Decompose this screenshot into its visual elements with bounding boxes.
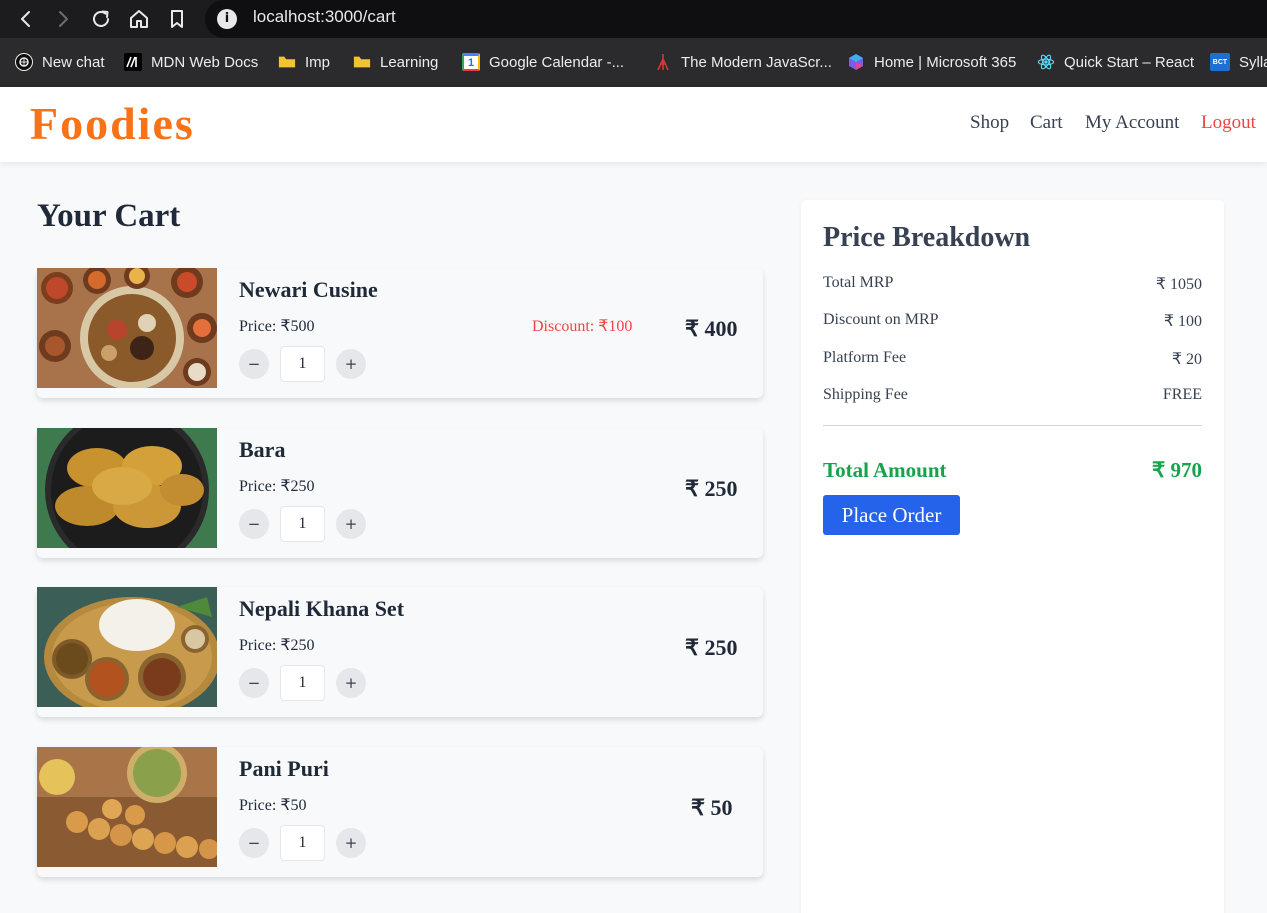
address-bar[interactable]: i localhost:3000/cart — [205, 0, 1267, 38]
microsoft-365-icon — [847, 53, 865, 71]
bookmark-label: Quick Start – React — [1064, 53, 1195, 71]
folder-icon — [278, 53, 296, 71]
food-image-bara — [37, 428, 217, 548]
bookmark-microsoft-365[interactable]: Home | Microsoft 365 — [847, 52, 1016, 72]
summary-divider — [823, 425, 1202, 426]
item-price: Price: ₹500 — [239, 318, 315, 335]
decrease-quantity-button[interactable]: − — [239, 509, 269, 539]
price-breakdown-title: Price Breakdown — [823, 222, 1031, 253]
quantity-input[interactable] — [280, 346, 325, 382]
summary-row-shipping-fee: Shipping Fee FREE — [823, 386, 1202, 404]
back-icon[interactable] — [14, 7, 38, 31]
cart-item: Nepali Khana Set Price: ₹250 ₹ 250 − + — [37, 587, 763, 717]
total-amount-label: Total Amount — [823, 458, 947, 482]
increase-quantity-button[interactable]: + — [336, 828, 366, 858]
price-breakdown-panel: Price Breakdown Total MRP ₹ 1050 Discoun… — [801, 200, 1224, 913]
browser-toolbar: i localhost:3000/cart — [0, 0, 1267, 38]
bookmark-imp[interactable]: Imp — [278, 52, 330, 72]
site-info-icon[interactable]: i — [217, 9, 237, 29]
item-total: ₹ 250 — [685, 476, 738, 501]
bookmark-new-chat[interactable]: New chat — [15, 52, 105, 72]
cart-title: Your Cart — [37, 198, 181, 234]
site-logo[interactable]: Foodies — [30, 97, 195, 150]
summary-row-platform-fee: Platform Fee ₹ 20 — [823, 349, 1202, 368]
increase-quantity-button[interactable]: + — [336, 349, 366, 379]
summary-row-value: ₹ 20 — [1171, 351, 1202, 368]
url-text[interactable]: localhost:3000/cart — [253, 7, 396, 27]
increase-quantity-button[interactable]: + — [336, 509, 366, 539]
quantity-input[interactable] — [280, 825, 325, 861]
bookmark-label: The Modern JavaScr... — [681, 53, 832, 71]
cart-item: Bara Price: ₹250 ₹ 250 − + — [37, 428, 763, 558]
item-name: Nepali Khana Set — [239, 596, 405, 621]
bookmark-label: MDN Web Docs — [151, 53, 259, 71]
food-image-newari — [37, 268, 217, 388]
item-name: Pani Puri — [239, 756, 329, 781]
bookmark-label: Google Calendar -... — [489, 53, 625, 71]
bookmark-learning[interactable]: Learning — [353, 52, 438, 72]
bct-icon: BCT — [1210, 53, 1230, 71]
bookmark-sylla[interactable]: BCT Sylla — [1210, 52, 1267, 72]
summary-row-value: ₹ 100 — [1163, 313, 1202, 330]
food-image-nepali-khana-set — [37, 587, 217, 707]
summary-row-label: Platform Fee — [823, 349, 907, 366]
bookmarks-bar: New chat MDN Web Docs Imp Learning 1 Goo… — [0, 38, 1267, 87]
bookmark-google-calendar[interactable]: 1 Google Calendar -... — [462, 52, 624, 72]
mdn-icon — [124, 53, 142, 71]
cart-item: Newari Cusine Price: ₹500 Discount: ₹100… — [37, 268, 763, 398]
bookmark-label: New chat — [42, 53, 105, 71]
summary-row-total-mrp: Total MRP ₹ 1050 — [823, 274, 1202, 293]
calendar-icon: 1 — [462, 53, 480, 71]
item-name: Newari Cusine — [239, 277, 378, 302]
nav-logout[interactable]: Logout — [1201, 112, 1256, 134]
cart-item: Pani Puri Price: ₹50 ₹ 50 − + — [37, 747, 763, 877]
react-icon — [1037, 53, 1055, 71]
bookmark-react[interactable]: Quick Start – React — [1037, 52, 1194, 72]
bookmark-icon[interactable] — [165, 7, 189, 31]
quantity-input[interactable] — [280, 665, 325, 701]
nav-shop[interactable]: Shop — [970, 112, 1009, 134]
summary-row-label: Discount on MRP — [823, 311, 939, 328]
decrease-quantity-button[interactable]: − — [239, 668, 269, 698]
total-amount-value: ₹ 970 — [1151, 458, 1202, 482]
increase-quantity-button[interactable]: + — [336, 668, 366, 698]
item-price: Price: ₹50 — [239, 797, 307, 814]
summary-row-value: FREE — [1162, 386, 1202, 403]
openai-icon — [15, 53, 33, 71]
summary-row-discount: Discount on MRP ₹ 100 — [823, 311, 1202, 330]
bookmark-label: Learning — [380, 53, 439, 71]
nav-my-account[interactable]: My Account — [1085, 112, 1179, 134]
folder-icon — [353, 53, 371, 71]
item-total: ₹ 400 — [685, 316, 738, 341]
item-name: Bara — [239, 437, 286, 462]
reload-icon[interactable] — [89, 7, 113, 31]
food-image-pani-puri — [37, 747, 217, 867]
item-price: Price: ₹250 — [239, 478, 315, 495]
site-header: Foodies Shop Cart My Account Logout — [0, 87, 1267, 162]
summary-row-label: Total MRP — [823, 274, 894, 291]
summary-row-label: Shipping Fee — [823, 386, 908, 403]
home-icon[interactable] — [127, 7, 151, 31]
bookmark-label: Imp — [305, 53, 331, 71]
item-total: ₹ 250 — [685, 635, 738, 660]
decrease-quantity-button[interactable]: − — [239, 828, 269, 858]
quantity-input[interactable] — [280, 506, 325, 542]
item-price: Price: ₹250 — [239, 637, 315, 654]
bookmark-label: Home | Microsoft 365 — [874, 53, 1017, 71]
bookmark-label: Sylla — [1239, 53, 1267, 71]
item-discount: Discount: ₹100 — [532, 318, 633, 335]
nav-cart[interactable]: Cart — [1030, 112, 1063, 134]
javascript-info-icon — [654, 53, 672, 71]
place-order-button[interactable]: Place Order — [823, 495, 960, 535]
item-total: ₹ 50 — [691, 795, 733, 820]
bookmark-mdn[interactable]: MDN Web Docs — [124, 52, 258, 72]
bookmark-modern-javascript[interactable]: The Modern JavaScr... — [654, 52, 832, 72]
summary-row-value: ₹ 1050 — [1155, 276, 1202, 293]
decrease-quantity-button[interactable]: − — [239, 349, 269, 379]
forward-icon[interactable] — [51, 7, 75, 31]
